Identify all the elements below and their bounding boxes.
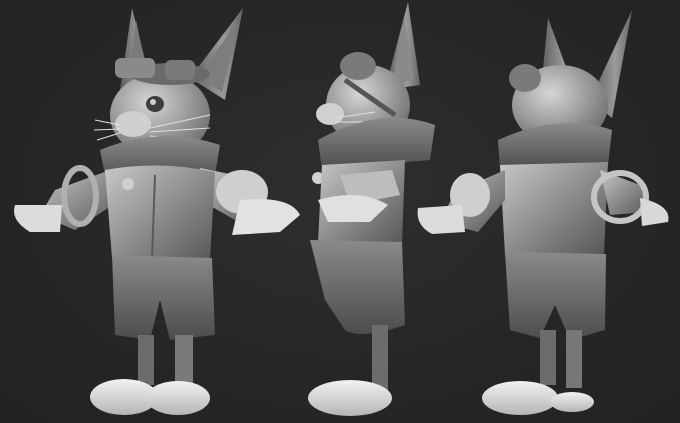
shorts bbox=[505, 252, 606, 340]
right-shoe bbox=[146, 381, 210, 415]
left-hand bbox=[14, 205, 62, 232]
hat bbox=[509, 64, 541, 92]
right-hand bbox=[232, 199, 300, 235]
three-quarter-back-view bbox=[417, 10, 669, 415]
torso bbox=[500, 162, 608, 255]
three-quarter-front-view bbox=[14, 8, 300, 415]
hat bbox=[115, 58, 155, 78]
shorts bbox=[310, 240, 405, 334]
muzzle bbox=[115, 111, 151, 137]
left-leg bbox=[540, 330, 556, 385]
left-shoe bbox=[482, 381, 558, 415]
right-leg bbox=[566, 330, 582, 388]
jacket bbox=[105, 165, 215, 264]
right-leg bbox=[175, 335, 193, 385]
shoe bbox=[308, 380, 392, 416]
side-view bbox=[308, 2, 435, 416]
right-hand bbox=[640, 198, 669, 226]
hat bbox=[340, 52, 376, 80]
shorts bbox=[112, 255, 215, 340]
leg bbox=[372, 325, 388, 390]
right-shoe bbox=[550, 392, 594, 412]
left-hand bbox=[417, 205, 465, 234]
turnaround-render bbox=[14, 2, 669, 416]
sculpt-viewport bbox=[0, 0, 680, 423]
left-leg bbox=[138, 335, 154, 385]
